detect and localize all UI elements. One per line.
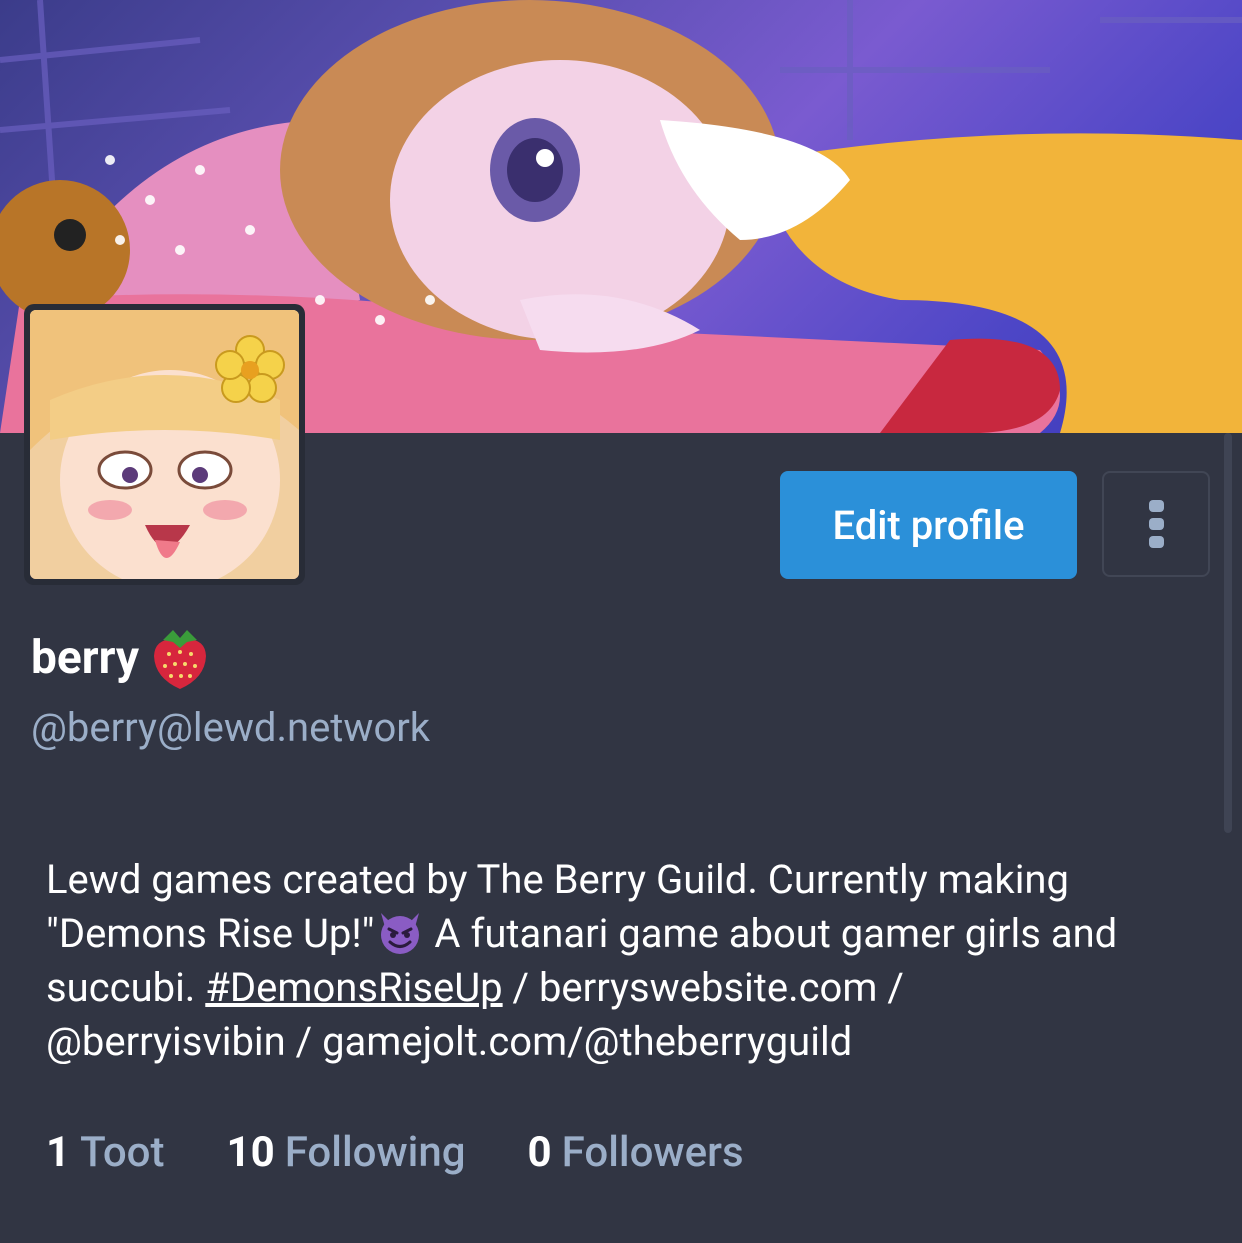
stat-label: Toot <box>80 1128 165 1177</box>
stat-following[interactable]: 10 Following <box>227 1128 466 1177</box>
profile-stats: 1 Toot 10 Following 0 Followers <box>46 1128 744 1177</box>
strawberry-icon <box>153 630 206 689</box>
more-vertical-icon <box>1148 500 1164 512</box>
stat-label: Following <box>284 1128 466 1177</box>
account-handle: @berry@lewd.network <box>31 704 431 751</box>
stat-label: Followers <box>561 1128 744 1177</box>
bio-text: Lewd games created by The Berry Guild. C… <box>46 856 1069 903</box>
display-name-text: berry <box>31 631 139 685</box>
avatar[interactable] <box>24 304 305 585</box>
stat-count: 1 <box>46 1128 71 1177</box>
more-vertical-icon-dot <box>1148 518 1164 530</box>
avatar-image <box>30 310 299 579</box>
profile-bio: Lewd games created by The Berry Guild. C… <box>46 853 1216 1069</box>
bio-text: "Demons Rise Up!" <box>46 910 375 957</box>
bio-text: A futanari game about gamer girls and <box>424 910 1118 957</box>
stat-count: 0 <box>527 1128 552 1177</box>
stat-followers[interactable]: 0 Followers <box>528 1128 744 1177</box>
edit-profile-button[interactable]: Edit profile <box>780 471 1077 579</box>
display-name: berry <box>31 626 209 690</box>
more-vertical-icon-dot <box>1148 536 1164 548</box>
stat-count: 10 <box>226 1128 275 1177</box>
hashtag-link[interactable]: #DemonsRiseUp <box>205 964 502 1011</box>
stat-toots[interactable]: 1 Toot <box>46 1128 165 1177</box>
bio-text: @berryisvibin / gamejolt.com/@theberrygu… <box>46 1018 853 1065</box>
smiling-imp-icon <box>380 913 419 954</box>
scrollbar[interactable] <box>1224 433 1232 833</box>
bio-text: succubi. <box>46 964 206 1011</box>
bio-text: / berryswebsite.com / <box>502 964 904 1011</box>
more-options-button[interactable] <box>1102 471 1210 577</box>
